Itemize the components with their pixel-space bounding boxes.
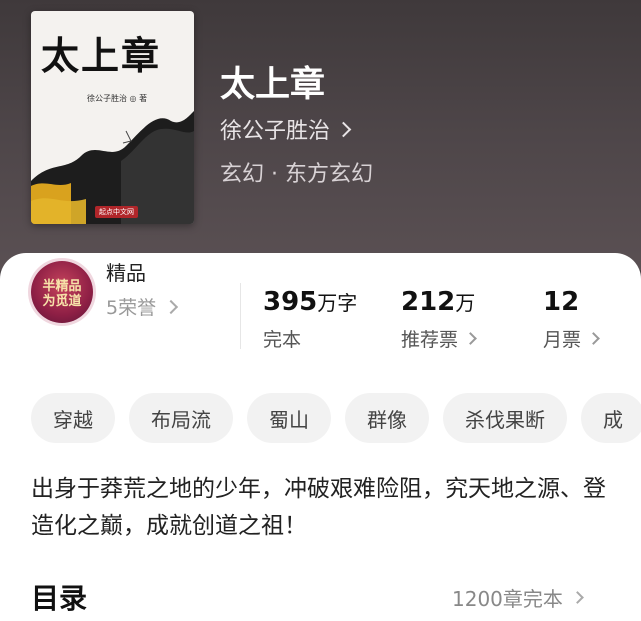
author-link[interactable]: 徐公子胜治 <box>220 113 352 145</box>
catalog-info: 1200章完本 <box>452 587 563 611</box>
stat-word-count: 395万字 完本 <box>263 287 357 352</box>
book-title: 太上章 <box>220 64 326 105</box>
stat-value: 212 <box>401 287 456 317</box>
tag-chip[interactable]: 群像 <box>345 393 429 443</box>
cover-publisher-logo: 起点中文网 <box>95 206 138 218</box>
chevron-right-icon <box>571 591 584 604</box>
badge-text: 半精品 为觅道 <box>42 279 82 309</box>
chevron-right-icon <box>164 299 179 314</box>
book-detail-panel: 半精品 为觅道 精品 5荣誉 395万字 完本 212万 推荐票 12 月票 穿… <box>0 253 641 621</box>
quality-badge-icon[interactable]: 半精品 为觅道 <box>31 261 93 323</box>
honor-link[interactable]: 5荣誉 <box>106 293 179 320</box>
stat-unit: 万 <box>455 291 476 315</box>
tag-chip[interactable]: 杀伐果断 <box>443 393 567 443</box>
stat-label: 推荐票 <box>401 329 459 351</box>
chevron-right-icon <box>335 121 352 137</box>
stat-label: 完本 <box>263 329 302 351</box>
stat-monthly-votes[interactable]: 12 月票 <box>543 287 600 352</box>
cover-ink-landscape <box>31 111 194 224</box>
tag-chip[interactable]: 成 <box>581 393 641 443</box>
catalog-title[interactable]: 目录 <box>31 577 87 617</box>
stat-unit: 万字 <box>317 291 358 315</box>
chevron-right-icon <box>587 332 600 345</box>
book-intro[interactable]: 出身于莽荒之地的少年，冲破艰难险阻，究天地之源、登造化之巅，成就创道之祖！ <box>31 471 621 545</box>
book-genre: 玄幻 · 东方玄幻 <box>220 162 373 187</box>
quality-label: 精品 <box>106 261 146 285</box>
stat-label: 月票 <box>543 329 582 351</box>
chevron-right-icon <box>464 332 477 345</box>
tag-list: 穿越 布局流 蜀山 群像 杀伐果断 成 <box>31 393 641 443</box>
stat-value: 12 <box>543 287 580 317</box>
stat-recommend-votes[interactable]: 212万 推荐票 <box>401 287 477 352</box>
tag-chip[interactable]: 布局流 <box>129 393 233 443</box>
catalog-link[interactable]: 1200章完本 <box>452 583 584 612</box>
author-name: 徐公子胜治 <box>220 119 331 144</box>
tag-chip[interactable]: 穿越 <box>31 393 115 443</box>
divider <box>240 283 241 349</box>
honor-count: 5荣誉 <box>106 297 157 319</box>
tag-chip[interactable]: 蜀山 <box>247 393 331 443</box>
stat-value: 395 <box>263 287 318 317</box>
book-cover[interactable]: 太上章 徐公子胜治 ◎ 著 起点中文网 <box>31 11 194 224</box>
book-header: 太上章 徐公子胜治 ◎ 著 起点中文网 太上章 徐公子胜治 玄幻 · 东方玄幻 <box>0 0 641 270</box>
